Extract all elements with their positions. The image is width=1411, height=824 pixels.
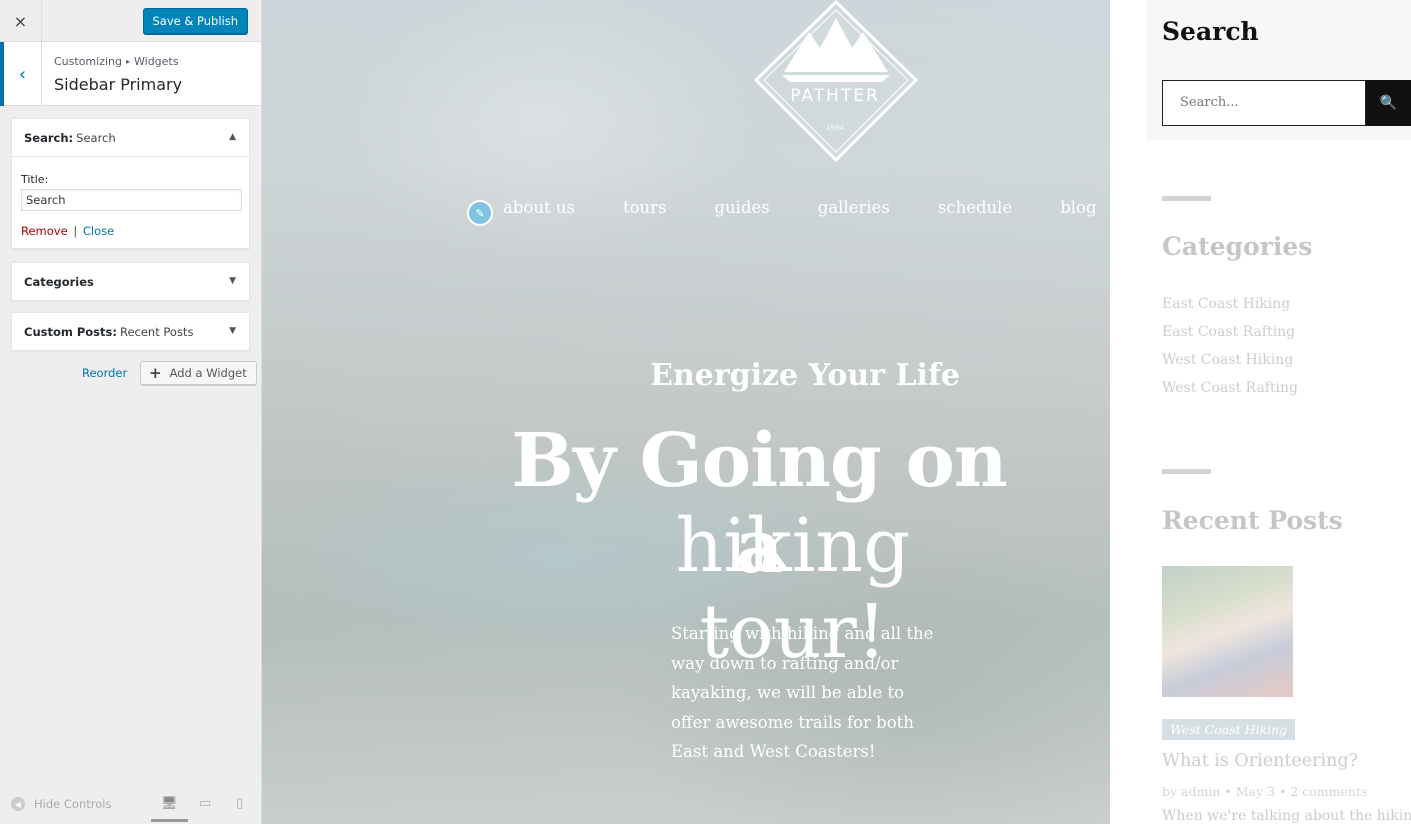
desktop-preview-icon[interactable]: 🖥	[161, 796, 178, 811]
recent-posts-widget-title: Recent Posts	[1162, 506, 1343, 535]
post-date[interactable]: May 3	[1236, 784, 1275, 799]
widget-actions: Remove | Close	[21, 224, 240, 238]
customizer-header: × Save & Publish	[0, 0, 261, 42]
save-publish-button[interactable]: Save & Publish	[142, 8, 248, 34]
category-link[interactable]: West Coast Hiking	[1162, 352, 1293, 368]
section-header: ‹ Customizing ▸ Widgets Sidebar Primary	[0, 42, 261, 106]
preview-sidebar: Search Search... 🔍 Categories East Coast…	[1110, 0, 1411, 824]
widget-title: Recent Posts	[119, 324, 194, 339]
reorder-link[interactable]: Reorder	[82, 366, 127, 380]
widget-search-header[interactable]: Search: Search ▲	[12, 119, 249, 156]
nav-item-schedule[interactable]: schedule	[938, 198, 1012, 226]
hero-body-text: Starting with hiking and all the way dow…	[671, 624, 934, 762]
post-excerpt: When we're talking about the hiking	[1162, 808, 1411, 824]
sidebar-search-input[interactable]: Search...	[1162, 80, 1366, 126]
category-link[interactable]: East Coast Hiking	[1162, 296, 1290, 312]
logo-year: 1994	[826, 124, 844, 132]
remove-widget-link[interactable]: Remove	[21, 224, 68, 238]
mobile-preview-icon[interactable]: ▯	[236, 796, 243, 811]
widget-search: Search: Search ▲ Title: Search Remove | C…	[11, 118, 250, 249]
post-category-tag[interactable]: West Coast Hiking	[1162, 719, 1296, 740]
widget-type-colon: :	[112, 324, 117, 339]
widget-categories-header[interactable]: Categories ▼	[12, 263, 249, 300]
site-logo[interactable]	[754, 0, 918, 162]
post-thumbnail[interactable]	[1162, 566, 1293, 697]
section-title: Sidebar Primary	[54, 75, 183, 94]
nav-item-blog[interactable]: blog	[1060, 198, 1096, 226]
breadcrumb-current: Widgets	[134, 55, 179, 68]
category-link[interactable]: East Coast Rafting	[1162, 324, 1295, 340]
edit-shortcut-icon[interactable]: ✎	[467, 200, 493, 226]
breadcrumb-separator: ▸	[125, 57, 130, 66]
widget-custom-posts-header[interactable]: Custom Posts: Recent Posts ▼	[12, 313, 249, 350]
collapse-icon: ◀	[11, 797, 25, 811]
widget-search-form: Title: Search Remove | Close	[12, 156, 249, 248]
expand-arrow-icon[interactable]: ▼	[229, 326, 236, 336]
title-field[interactable]: Search	[21, 189, 242, 211]
nav-item-guides[interactable]: guides	[714, 198, 769, 226]
customizer-footer: ◀ Hide Controls 🖥 ▭ ▯	[0, 786, 261, 824]
widget-type: Search	[24, 130, 69, 145]
logo-text: PATHTER	[790, 86, 880, 106]
action-separator: |	[73, 224, 78, 238]
add-widget-button[interactable]: + Add a Widget	[140, 361, 257, 385]
meta-separator: •	[1224, 784, 1232, 799]
widget-categories[interactable]: Categories ▼	[11, 262, 250, 301]
hide-controls-button[interactable]: ◀ Hide Controls	[11, 797, 111, 811]
collapse-arrow-icon[interactable]: ▲	[229, 132, 236, 142]
post-author[interactable]: by admin	[1162, 784, 1220, 799]
heading-accent-bar	[1162, 196, 1211, 201]
widget-title: Search	[76, 130, 116, 145]
post-title-link[interactable]: What is Orienteering?	[1162, 751, 1358, 771]
heading-accent-bar	[1162, 469, 1211, 474]
hide-controls-label: Hide Controls	[34, 797, 112, 811]
nav-item-tours[interactable]: tours	[623, 198, 667, 226]
post-comments[interactable]: 2 comments	[1290, 784, 1367, 799]
nav-item-about-us[interactable]: about us	[503, 198, 575, 226]
active-device-indicator	[151, 819, 188, 822]
search-widget-title: Search	[1162, 17, 1259, 46]
category-link[interactable]: West Coast Rafting	[1162, 380, 1298, 396]
close-widget-link[interactable]: Close	[83, 224, 114, 238]
close-customizer-button[interactable]: ×	[0, 0, 42, 42]
site-preview: PATHTER 1994 ✎ about us tours guides gal…	[262, 0, 1411, 824]
nav-item-galleries[interactable]: galleries	[818, 198, 890, 226]
breadcrumb: Customizing ▸ Widgets	[54, 55, 178, 68]
back-button[interactable]: ‹	[0, 42, 42, 106]
widget-type-colon: :	[68, 130, 74, 145]
meta-separator: •	[1278, 784, 1287, 799]
categories-widget-title: Categories	[1162, 232, 1313, 261]
title-field-label: Title:	[21, 173, 49, 186]
customizer-panel: × Save & Publish ‹ Customizing ▸ Widgets S…	[0, 0, 262, 824]
widget-custom-posts[interactable]: Custom Posts: Recent Posts ▼	[11, 312, 250, 351]
hero-subtitle: Energize Your Life	[650, 358, 960, 393]
plus-icon: +	[149, 364, 162, 382]
add-widget-label: Add a Widget	[169, 366, 247, 380]
widget-type: Custom Posts	[24, 324, 113, 339]
widget-type: Categories	[24, 274, 94, 289]
post-meta: by admin • May 3 • 2 comments	[1162, 784, 1367, 799]
expand-arrow-icon[interactable]: ▼	[229, 276, 236, 286]
tablet-preview-icon[interactable]: ▭	[199, 796, 211, 811]
chevron-left-icon: ‹	[18, 63, 27, 85]
search-icon[interactable]: 🔍	[1366, 80, 1411, 126]
breadcrumb-root: Customizing	[54, 55, 122, 68]
